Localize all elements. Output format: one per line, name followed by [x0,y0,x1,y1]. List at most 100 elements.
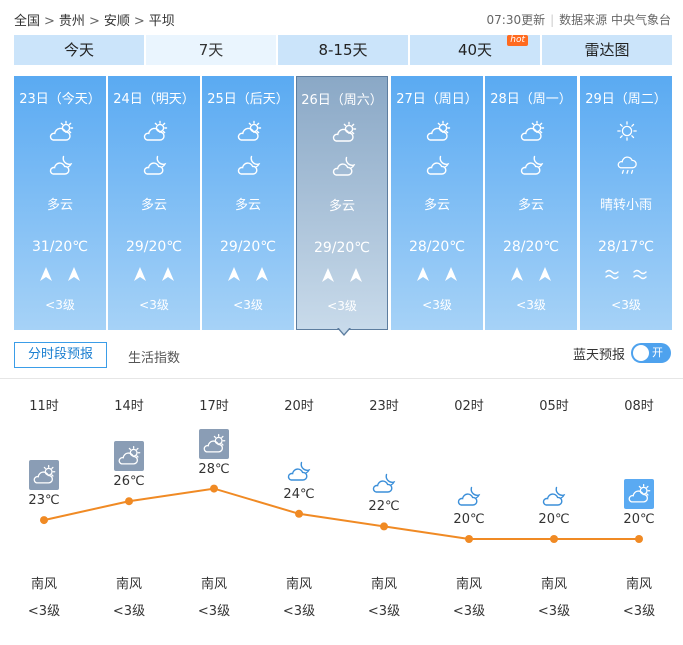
tab-today[interactable]: 今天 [14,35,144,65]
hourly-time: 14时 [114,399,144,414]
hourly-wind-direction: 南风 [30,577,57,592]
day-card[interactable]: 27日（周日） 多云 28/20℃ <3级 [391,76,483,330]
day-weather-desc: 多云 [517,198,544,213]
day-temp-range: 31/20℃ [31,239,89,255]
hourly-wind-level: <3级 [622,604,656,619]
day-weather-desc: 多云 [423,198,450,213]
daily-forecast: 23日（今天） 多云 31/20℃ <3级 24日（明天） 多云 29/20℃ … [14,76,674,330]
arrow-up-icon [67,266,81,286]
arrow-up-icon [510,266,524,286]
blue-sky-toggle[interactable]: 开 [631,343,671,363]
data-source: 数据来源 中央气象台 [559,13,671,27]
day-date: 28日（周一） [490,92,572,107]
hourly-wind-level: <3级 [537,604,571,619]
temperature-point [40,516,48,525]
tab-40day[interactable]: 40天 hot [410,35,540,65]
partly-cloudy-icon [141,120,169,142]
hourly-time: 08时 [624,399,654,414]
update-info: 07:30更新 | 数据来源 中央气象台 [486,13,671,27]
breadcrumb-province[interactable]: 贵州 [59,14,85,29]
temperature-point [125,497,133,506]
hourly-wind-level: <3级 [452,604,486,619]
selected-day-pointer [337,327,351,336]
hourly-wind-direction: 南风 [200,577,227,592]
day-wind-level: <3级 [233,298,263,312]
top-bar: 全国 > 贵州 > 安顺 > 平坝 07:30更新 | 数据来源 中央气象台 [0,0,683,36]
day-date: 23日（今天） [19,92,101,107]
hourly-wind-level: <3级 [27,604,61,619]
day-wind-direction [108,266,200,286]
hourly-wind-level: <3级 [282,604,316,619]
day-wind-direction [580,266,672,286]
arrow-up-icon [133,266,147,286]
hot-badge: hot [507,35,528,46]
rain-icon [614,154,640,176]
hourly-time: 17时 [199,399,229,414]
hourly-temp: 20℃ [623,512,655,527]
hourly-temp: 20℃ [453,512,485,527]
partly-cloudy-icon [424,120,452,142]
hourly-wind-level: <3级 [367,604,401,619]
partly-cloudy-icon [199,428,229,459]
hourly-temp: 20℃ [538,512,570,527]
partly-cloudy-icon [235,120,263,142]
divider [0,378,683,379]
hourly-wind-level: <3级 [197,604,231,619]
day-wind-direction [485,266,577,286]
hourly-time: 23时 [369,399,399,414]
breadcrumb-county: 平坝 [148,14,175,29]
breadcrumb-country[interactable]: 全国 [14,14,40,29]
tab-hourly-forecast[interactable]: 分时段预报 [14,342,107,368]
day-weather-desc: 多云 [234,198,261,213]
hourly-wind-direction: 南风 [625,577,652,592]
forecast-tabs: 今天 7天 8-15天 40天 hot 雷达图 [14,35,674,65]
day-card[interactable]: 26日（周六） 多云 29/20℃ <3级 [296,76,388,330]
hourly-wind-direction: 南风 [285,577,312,592]
day-wind-level: <3级 [611,298,641,312]
day-wind-direction [202,266,294,286]
day-date: 25日（后天） [207,92,289,107]
arrow-up-icon [39,266,53,286]
tab-life-index[interactable]: 生活指数 [128,347,180,366]
day-weather-desc: 晴转小雨 [599,198,652,213]
arrow-up-icon [416,266,430,286]
hourly-temp: 23℃ [28,493,60,509]
hourly-time: 02时 [454,399,484,414]
day-card[interactable]: 25日（后天） 多云 29/20℃ <3级 [202,76,294,330]
day-wind-level: <3级 [139,298,169,312]
breadcrumb: 全国 > 贵州 > 安顺 > 平坝 [14,14,175,29]
cloudy-moon-icon [236,154,262,176]
cloudy-moon-icon [539,479,569,509]
day-card[interactable]: 29日（周二） 晴转小雨 28/17℃ <3级 [580,76,672,330]
hourly-temp: 28℃ [198,461,230,477]
tab-radar[interactable]: 雷达图 [542,35,672,65]
day-card[interactable]: 28日（周一） 多云 28/20℃ <3级 [485,76,577,330]
hourly-temp: 24℃ [283,486,315,502]
toggle-label: 开 [652,346,663,359]
arrow-up-icon [321,267,335,287]
temperature-point [465,535,473,543]
partly-cloudy-icon [330,121,358,143]
day-temp-range: 29/20℃ [219,239,277,255]
hourly-time: 05时 [539,399,569,414]
temperature-point [295,509,303,518]
partly-cloudy-icon [114,441,144,472]
arrow-up-icon [161,266,175,286]
day-wind-level: <3级 [45,298,75,312]
temperature-point [380,522,388,531]
tab-7day[interactable]: 7天 [146,35,276,65]
day-wind-level: <3级 [327,299,357,313]
cloudy-moon-icon [331,155,357,177]
day-card[interactable]: 24日（明天） 多云 29/20℃ <3级 [108,76,200,330]
day-wind-direction [297,267,387,287]
hourly-forecast: 11时 南风 <3级 23℃ 14时 南风 <3级 26℃ 17时 南风 <3级 28… [0,380,683,645]
hourly-temp: 26℃ [113,474,145,490]
day-wind-direction [14,266,106,286]
tab-8-15day[interactable]: 8-15天 [278,35,408,65]
arrow-up-icon [349,267,363,287]
day-card[interactable]: 23日（今天） 多云 31/20℃ <3级 [14,76,106,330]
hourly-wind-direction: 南风 [455,577,482,592]
breadcrumb-city[interactable]: 安顺 [104,14,130,29]
sun-icon [613,120,641,142]
hourly-temp: 22℃ [368,499,400,515]
